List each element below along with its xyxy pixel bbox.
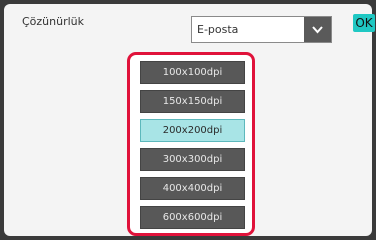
resolution-option-200[interactable]: 200x200dpi bbox=[140, 119, 245, 142]
format-select-value: E-posta bbox=[197, 23, 239, 36]
resolution-option-150[interactable]: 150x150dpi bbox=[140, 90, 245, 113]
resolution-label: Çözünürlük bbox=[22, 15, 85, 28]
resolution-option-100[interactable]: 100x100dpi bbox=[140, 61, 245, 84]
chevron-down-icon bbox=[312, 26, 323, 34]
resolution-option-400[interactable]: 400x400dpi bbox=[140, 177, 245, 200]
format-select[interactable]: E-posta bbox=[191, 16, 332, 43]
ok-button[interactable]: OK bbox=[353, 14, 375, 32]
resolution-option-600[interactable]: 600x600dpi bbox=[140, 206, 245, 229]
resolution-dropdown: 100x100dpi 150x150dpi 200x200dpi 300x300… bbox=[127, 52, 255, 236]
resolution-option-300[interactable]: 300x300dpi bbox=[140, 148, 245, 171]
select-arrow-button[interactable] bbox=[304, 17, 331, 42]
